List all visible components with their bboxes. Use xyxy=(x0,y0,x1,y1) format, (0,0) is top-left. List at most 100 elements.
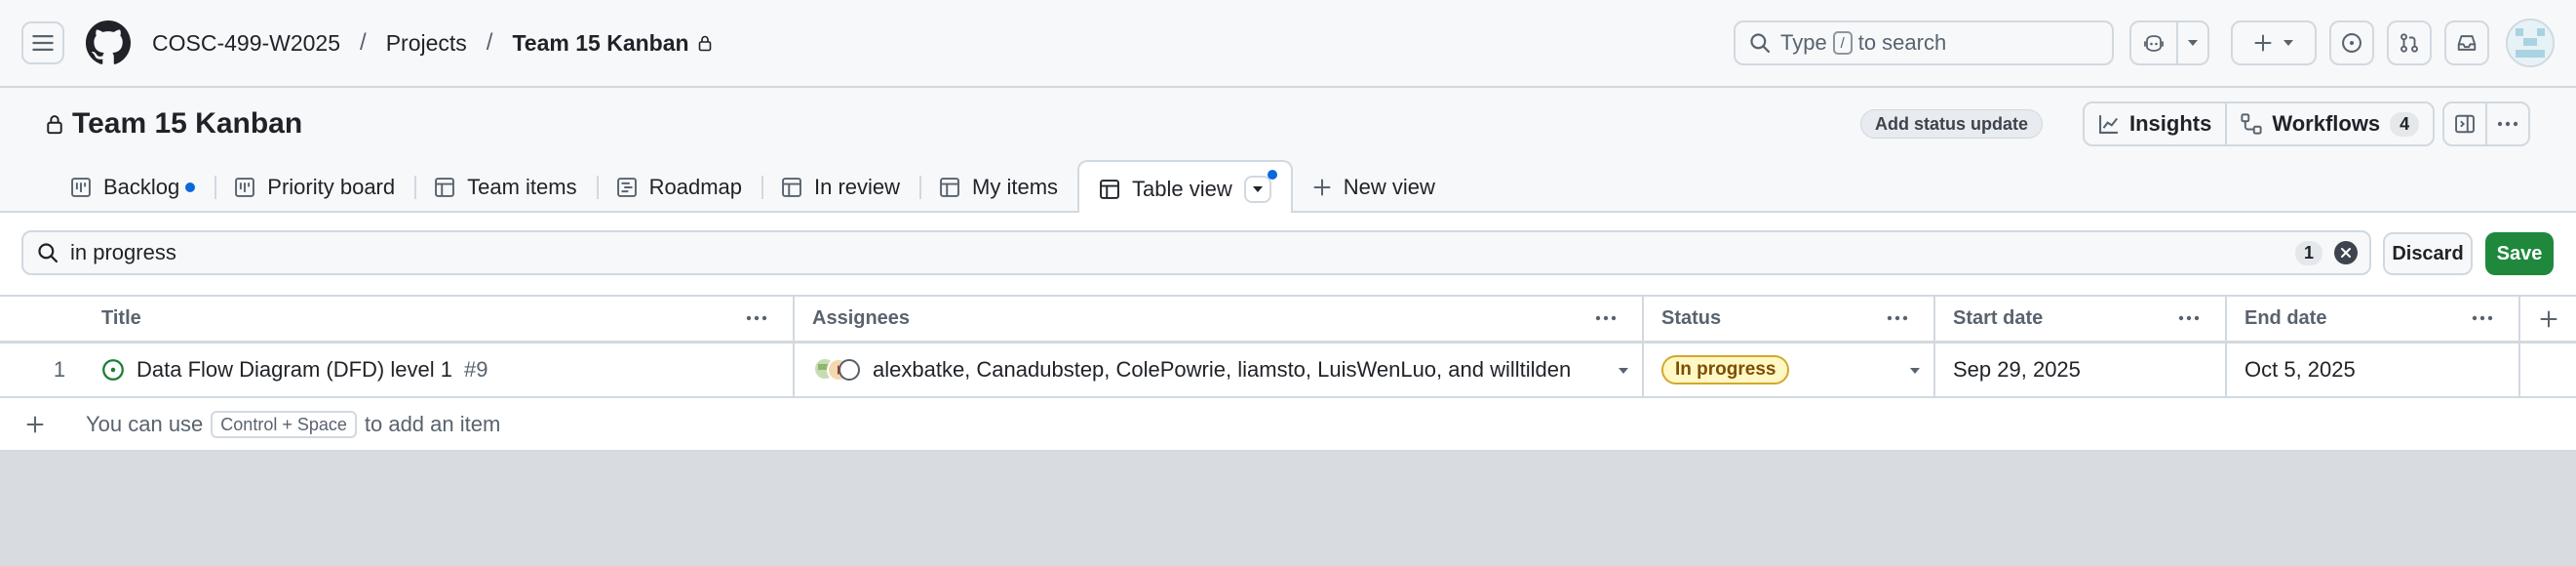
unsaved-changes-dot xyxy=(1267,170,1277,180)
project-actions-group xyxy=(2442,101,2530,146)
user-avatar[interactable] xyxy=(2506,19,2555,67)
tab-label: Backlog xyxy=(103,175,180,199)
board-icon xyxy=(71,178,91,197)
issue-title-link[interactable]: Data Flow Diagram (DFD) level 1 xyxy=(137,357,452,383)
add-item-row[interactable]: You can use Control + Space to add an it… xyxy=(0,398,2576,451)
triangle-down-icon xyxy=(2188,40,2198,46)
sidebar-expand-icon xyxy=(2455,114,2475,134)
add-field-button[interactable] xyxy=(2518,297,2576,341)
row-number: 1 xyxy=(53,357,66,382)
kebab-horizontal-icon xyxy=(2497,121,2518,127)
search-placeholder-suffix: to search xyxy=(1857,30,1947,55)
issue-opened-icon xyxy=(102,359,124,381)
workflows-count-badge: 4 xyxy=(2390,111,2420,137)
column-title-label: Start date xyxy=(1953,307,2044,329)
end-date-value: Oct 5, 2025 xyxy=(2244,357,2356,382)
plus-icon[interactable] xyxy=(25,415,45,434)
keyboard-shortcut-hint: Control + Space xyxy=(211,411,357,438)
column-menu-icon[interactable] xyxy=(745,306,768,330)
view-options-menu-button[interactable] xyxy=(1243,170,1277,203)
breadcrumb-projects-link[interactable]: Projects xyxy=(386,30,467,57)
issue-number: #9 xyxy=(463,357,488,382)
start-date-cell[interactable]: Sep 29, 2025 xyxy=(1933,344,2226,396)
table-icon xyxy=(940,178,959,197)
column-header-assignees[interactable]: Assignees xyxy=(793,297,1643,341)
triangle-down-icon[interactable] xyxy=(1618,367,1629,375)
project-more-button[interactable] xyxy=(2485,103,2528,144)
insights-label: Insights xyxy=(2129,111,2212,136)
tab-in-review[interactable]: In review xyxy=(761,160,919,215)
project-title-text: Team 15 Kanban xyxy=(72,107,303,140)
column-header-status[interactable]: Status xyxy=(1642,297,1934,341)
github-logo-icon[interactable] xyxy=(86,20,131,65)
column-title-label: End date xyxy=(2244,307,2327,329)
add-status-update-button[interactable]: Add status update xyxy=(1860,109,2044,139)
tab-my-items[interactable]: My items xyxy=(919,160,1077,215)
tab-priority-board[interactable]: Priority board xyxy=(215,160,414,215)
breadcrumb-org-link[interactable]: COSC-499-W2025 xyxy=(152,30,340,57)
clear-filter-button[interactable] xyxy=(2334,241,2358,264)
empty-cell xyxy=(2518,344,2576,396)
workflows-label: Workflows xyxy=(2272,111,2381,136)
save-button[interactable]: Save xyxy=(2485,232,2554,275)
view-tabs: Backlog Priority board Team items Roadma… xyxy=(51,160,1455,217)
workflows-button[interactable]: Workflows 4 xyxy=(2225,103,2433,144)
status-cell[interactable]: In progress xyxy=(1642,344,1934,396)
tab-backlog[interactable]: Backlog xyxy=(51,160,215,215)
search-placeholder-prefix: Type xyxy=(1780,30,1827,55)
search-shortcut-key: / xyxy=(1832,31,1853,55)
column-header-title[interactable]: Title xyxy=(101,297,794,341)
x-icon xyxy=(2341,248,2351,258)
tab-table-view[interactable]: Table view xyxy=(1077,160,1293,217)
column-title-label: Title xyxy=(101,307,141,329)
board-icon xyxy=(235,178,255,197)
column-menu-icon[interactable] xyxy=(1594,306,1618,330)
column-menu-icon[interactable] xyxy=(2471,306,2494,330)
add-item-hint-suffix: to add an item xyxy=(364,412,501,436)
inbox-button[interactable] xyxy=(2444,20,2489,65)
search-icon xyxy=(38,243,59,263)
triangle-down-icon[interactable] xyxy=(1909,367,1921,375)
tab-label: My items xyxy=(972,175,1059,199)
column-title-label: Assignees xyxy=(812,307,911,329)
assignees-cell[interactable]: alexbatke, Canadubstep, ColePowrie, liam… xyxy=(793,344,1643,396)
menu-button[interactable] xyxy=(21,21,64,64)
column-header-end-date[interactable]: End date xyxy=(2225,297,2519,341)
tab-roadmap[interactable]: Roadmap xyxy=(596,160,761,215)
column-header-start-date[interactable]: Start date xyxy=(1933,297,2226,341)
copilot-icon xyxy=(2144,35,2164,52)
create-new-button[interactable] xyxy=(2231,20,2317,65)
lock-icon xyxy=(47,115,62,135)
tab-label: Roadmap xyxy=(648,175,742,199)
workflow-icon xyxy=(2241,113,2262,135)
tab-team-items[interactable]: Team items xyxy=(414,160,596,215)
column-menu-icon[interactable] xyxy=(2177,306,2201,330)
table-row[interactable]: 1 Data Flow Diagram (DFD) level 1 #9 ale… xyxy=(0,344,2576,398)
table-icon xyxy=(435,178,455,197)
breadcrumb: COSC-499-W2025 / Projects / Team 15 Kanb… xyxy=(152,27,713,59)
unsaved-changes-dot xyxy=(185,182,196,192)
breadcrumb-current-project[interactable]: Team 15 Kanban xyxy=(512,30,688,57)
filter-input[interactable]: in progress 1 xyxy=(21,230,2371,275)
issues-button[interactable] xyxy=(2329,20,2374,65)
copilot-dropdown-button[interactable] xyxy=(2176,22,2207,63)
plus-icon xyxy=(1313,179,1331,196)
copilot-button[interactable] xyxy=(2131,22,2176,63)
project-title: Team 15 Kanban xyxy=(45,107,302,141)
end-date-cell[interactable]: Oct 5, 2025 xyxy=(2225,344,2519,396)
column-menu-icon[interactable] xyxy=(1886,306,1909,330)
project-header: Team 15 Kanban Add status update Insight… xyxy=(0,88,2576,217)
tab-label: In review xyxy=(814,175,901,199)
search-icon xyxy=(1750,33,1771,54)
global-header: COSC-499-W2025 / Projects / Team 15 Kanb… xyxy=(0,0,2576,88)
side-panel-button[interactable] xyxy=(2444,103,2485,144)
git-pull-request-icon xyxy=(2400,33,2418,53)
pull-requests-button[interactable] xyxy=(2387,20,2432,65)
insights-button[interactable]: Insights xyxy=(2085,103,2225,144)
global-search-input[interactable]: Type / to search xyxy=(1734,20,2114,65)
discard-button[interactable]: Discard xyxy=(2383,232,2473,275)
triangle-down-icon xyxy=(2283,40,2293,46)
title-cell[interactable]: Data Flow Diagram (DFD) level 1 #9 xyxy=(101,344,794,396)
new-view-button[interactable]: New view xyxy=(1293,160,1455,215)
issue-opened-icon xyxy=(2342,33,2361,53)
